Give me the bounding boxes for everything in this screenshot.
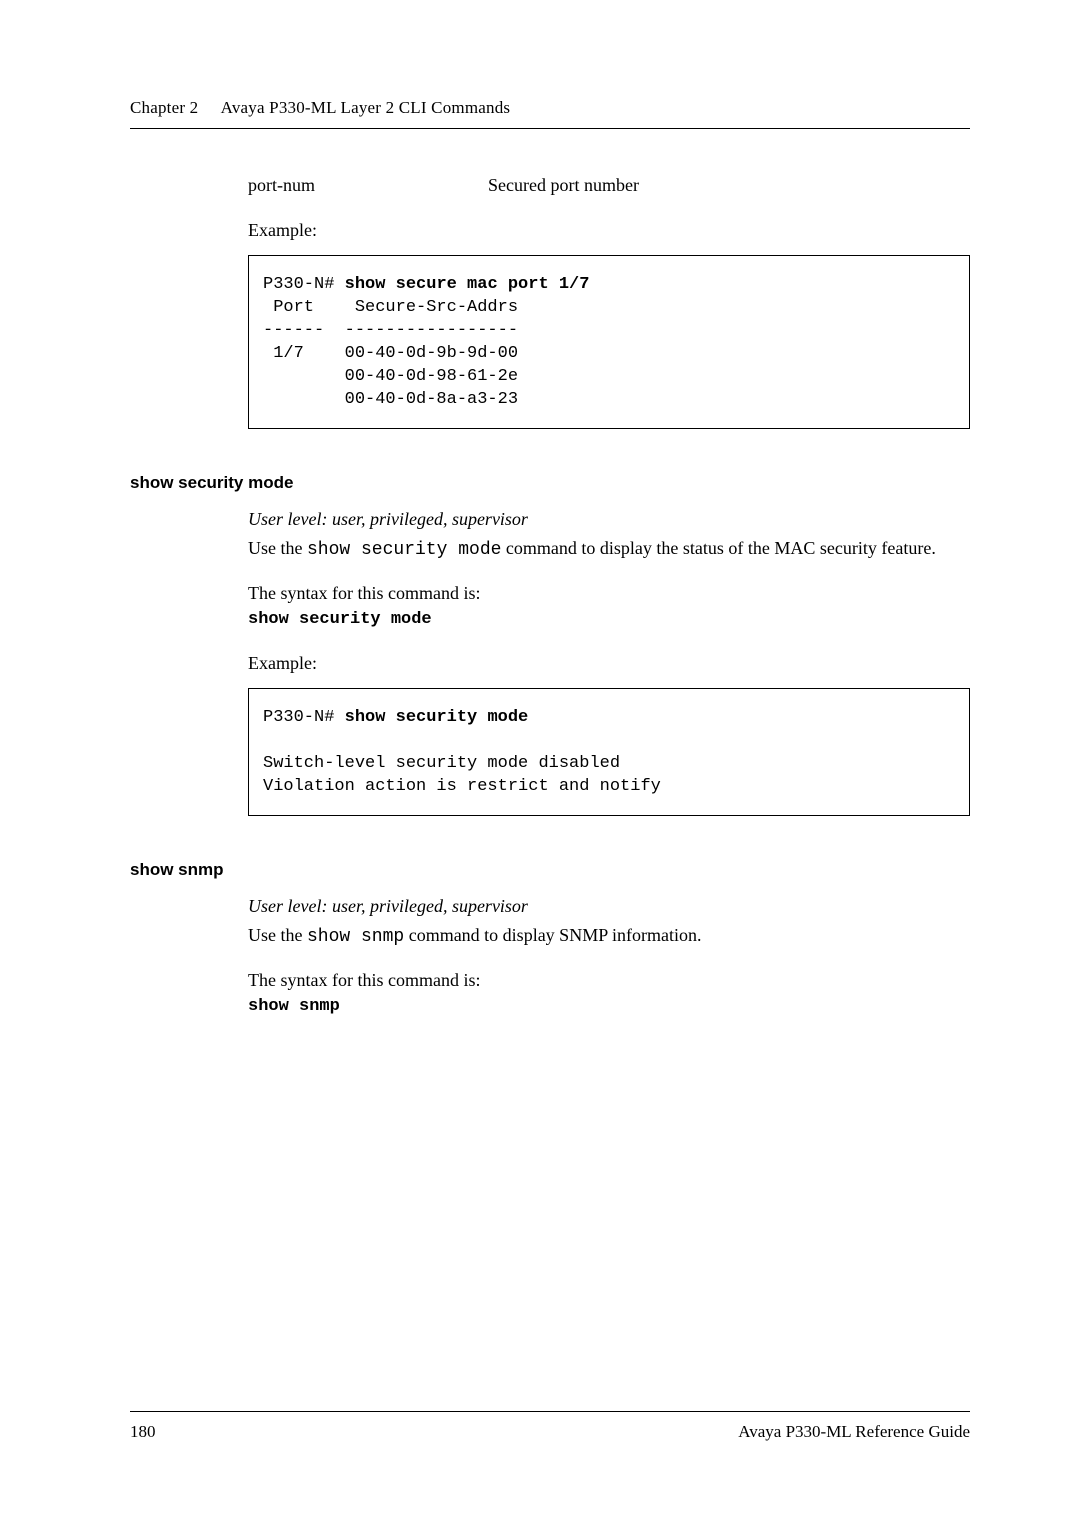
- code-line: Switch-level security mode disabled: [263, 754, 620, 773]
- code-prompt: P330-N#: [263, 275, 345, 294]
- code-cmd: show secure mac port 1/7: [345, 275, 590, 294]
- code-prompt: P330-N#: [263, 708, 345, 727]
- code-line: ------ -----------------: [263, 321, 518, 340]
- description-paragraph: Use the show security mode command to di…: [248, 536, 970, 563]
- code-line: 00-40-0d-8a-a3-23: [263, 390, 518, 409]
- code-line: Violation action is restrict and notify: [263, 777, 661, 796]
- user-level-note: User level: user, privileged, supervisor: [248, 509, 970, 530]
- page-header: Chapter 2 Avaya P330-ML Layer 2 CLI Comm…: [130, 98, 970, 129]
- page-footer: 180 Avaya P330-ML Reference Guide: [130, 1411, 970, 1442]
- example-label: Example:: [248, 653, 970, 674]
- desc-text: command to display SNMP information.: [404, 925, 701, 945]
- syntax-command: show snmp: [248, 997, 970, 1016]
- chapter-label: Chapter 2: [130, 98, 198, 117]
- section-security-mode: show security mode User level: user, pri…: [248, 473, 970, 816]
- code-cmd: show security mode: [345, 708, 529, 727]
- section-snmp: show snmp User level: user, privileged, …: [248, 860, 970, 1016]
- parameter-row: port-num Secured port number: [248, 175, 970, 196]
- param-name: port-num: [248, 175, 488, 196]
- code-block-secure-mac: P330-N# show secure mac port 1/7 Port Se…: [248, 255, 970, 429]
- desc-text: Use the: [248, 538, 307, 558]
- doc-title: Avaya P330-ML Reference Guide: [738, 1422, 970, 1442]
- param-description: Secured port number: [488, 175, 639, 196]
- syntax-label: The syntax for this command is:: [248, 968, 970, 993]
- page-number: 180: [130, 1422, 156, 1442]
- section-heading: show security mode: [130, 473, 970, 493]
- section-heading: show snmp: [130, 860, 970, 880]
- chapter-title: Avaya P330-ML Layer 2 CLI Commands: [221, 98, 511, 117]
- example-label: Example:: [248, 220, 970, 241]
- code-line: 00-40-0d-98-61-2e: [263, 367, 518, 386]
- code-block-security-mode: P330-N# show security mode Switch-level …: [248, 688, 970, 816]
- description-paragraph: Use the show snmp command to display SNM…: [248, 923, 970, 950]
- syntax-label: The syntax for this command is:: [248, 581, 970, 606]
- page-container: Chapter 2 Avaya P330-ML Layer 2 CLI Comm…: [0, 0, 1080, 1016]
- user-level-note: User level: user, privileged, supervisor: [248, 896, 970, 917]
- desc-mono: show security mode: [307, 540, 501, 560]
- desc-text: command to display the status of the MAC…: [501, 538, 935, 558]
- desc-mono: show snmp: [307, 927, 404, 947]
- syntax-command: show security mode: [248, 610, 970, 629]
- code-line: Port Secure-Src-Addrs: [263, 298, 518, 317]
- code-line: 1/7 00-40-0d-9b-9d-00: [263, 344, 518, 363]
- desc-text: Use the: [248, 925, 307, 945]
- main-content: port-num Secured port number Example: P3…: [130, 175, 970, 1016]
